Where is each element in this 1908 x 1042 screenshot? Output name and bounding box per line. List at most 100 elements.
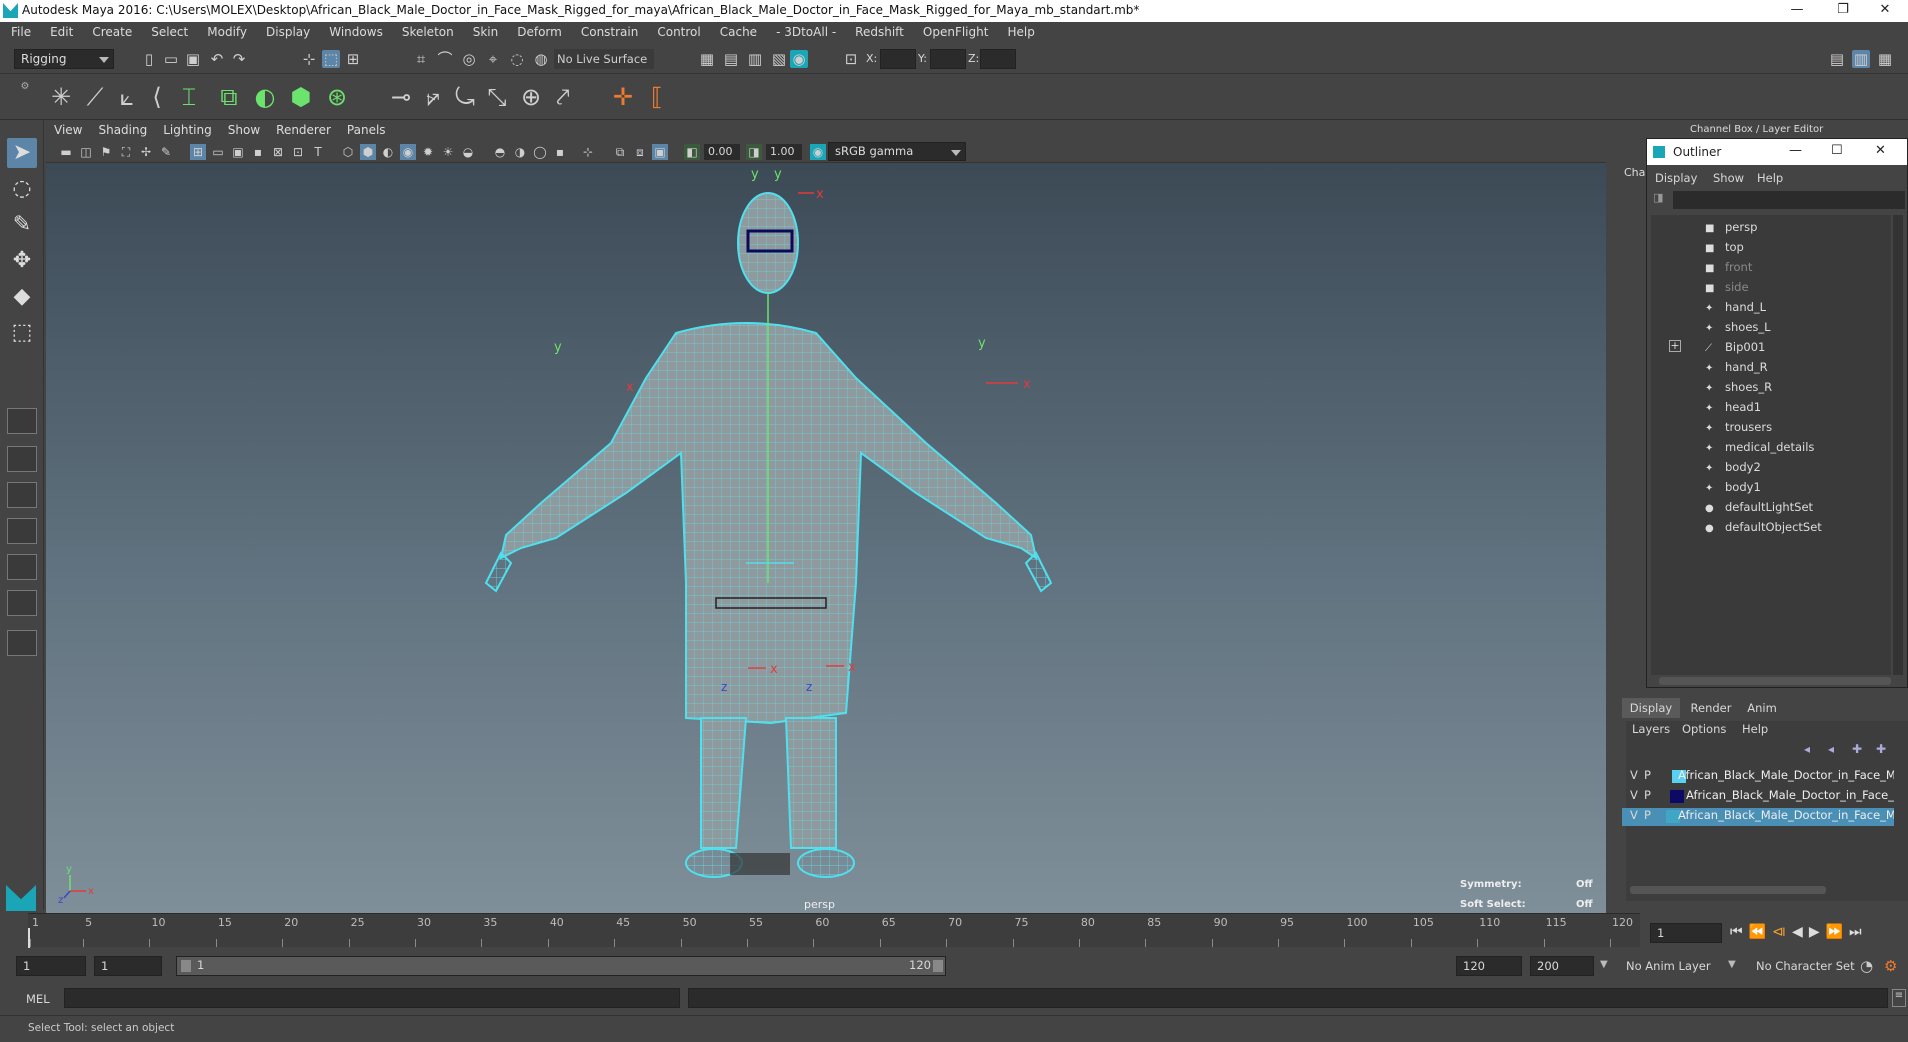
lattice-icon[interactable]: ◐ [250,82,280,112]
layer-playback-toggle[interactable]: P [1644,788,1651,802]
range-end-handle[interactable] [933,960,943,972]
isolate-select-icon[interactable]: ◒ [460,144,476,160]
outliner-item-top[interactable]: ■ top [1705,240,1744,254]
outliner-item-head1[interactable]: ✦ head1 [1705,400,1761,414]
persp-uv-layout-icon[interactable] [7,590,37,616]
render-settings-icon[interactable]: ▧ [770,50,788,68]
layer-row[interactable]: V P African_Black_Male_Doctor_in_Face_Ma… [1622,808,1894,826]
outliner-item-body1[interactable]: ✦ body1 [1705,480,1761,494]
textured-icon[interactable]: ◉ [400,144,416,160]
safe-title-icon[interactable]: T [310,144,326,160]
render-view-icon[interactable]: ▦ [698,50,716,68]
exposure-field[interactable]: 0.00 [704,144,740,160]
play-forwards-icon[interactable]: ▶ [1809,924,1826,940]
select-object-icon[interactable]: ⬚ [322,50,340,68]
go-to-start-icon[interactable]: ⏮ [1730,924,1749,940]
menu-deform[interactable]: Deform [506,22,570,39]
script-editor-icon[interactable]: ≡ [1892,989,1906,1007]
save-scene-icon[interactable]: ▣ [184,50,202,68]
outliner-item-medical-details[interactable]: ✦ medical_details [1705,440,1814,454]
persp-graph-layout-icon[interactable] [7,518,37,544]
modeling-toolkit-icon[interactable]: ▤ [1828,50,1846,68]
outliner-vertical-scrollbar[interactable] [1893,215,1903,675]
menu-file[interactable]: File [0,22,39,39]
pole-vector-icon[interactable]: ⤤ [548,82,578,112]
menu-create[interactable]: Create [81,22,140,39]
animation-start-field[interactable]: 1 [16,956,86,976]
undo-icon[interactable]: ↶ [208,50,226,68]
grid-icon[interactable]: ⊞ [190,144,206,160]
menuset-dropdown[interactable]: Rigging [14,49,114,69]
current-time-indicator[interactable] [28,928,30,948]
menu-constrain[interactable]: Constrain [570,22,647,39]
snap-surface-icon[interactable]: ◌ [508,50,526,68]
character-set-chevron-icon[interactable]: ▼ [1728,959,1736,970]
snap-curve-icon[interactable]: ⌒ [436,50,454,68]
menu-display[interactable]: Display [255,22,318,39]
move-layer-up-icon[interactable]: ◂ [1804,742,1810,756]
gamma-field[interactable]: 1.00 [766,144,802,160]
viewport-menu-view[interactable]: View [46,120,90,137]
layer-color-swatch[interactable] [1670,790,1684,803]
outliner-close-button[interactable]: ✕ [1875,143,1886,158]
outliner-item-hand-r[interactable]: ✦ hand_R [1705,360,1768,374]
tool-settings-icon[interactable]: ▦ [1876,50,1894,68]
layer-tab-anim[interactable]: Anim [1740,698,1784,718]
character-wireframe[interactable]: y y x y x y x x x z z y x z [46,163,1606,913]
outliner-item-persp[interactable]: ■ persp [1705,220,1757,234]
range-start-handle[interactable] [181,960,191,972]
persp-hypershade-layout-icon[interactable] [7,554,37,580]
step-back-frame-icon[interactable]: ⧏ [1772,924,1792,940]
joint-tool-icon[interactable]: ✳ [46,82,76,112]
color-management-icon[interactable]: ▣ [652,144,668,160]
menu-edit[interactable]: Edit [39,22,81,39]
new-layer-selected-icon[interactable]: ✚ [1876,742,1886,756]
outliner-item-default-object-set[interactable]: ● defaultObjectSet [1705,520,1822,534]
shelf-options-icon[interactable]: ⚙ [18,78,32,116]
channel-box-tab[interactable]: Cha [1624,166,1645,179]
field-chart-icon[interactable]: ⊠ [270,144,286,160]
motion-blur-icon[interactable]: ⧉ [612,144,628,160]
viewport-menu-show[interactable]: Show [220,120,268,137]
scale-constraint-icon[interactable]: ⤡ [482,82,512,112]
attribute-editor-icon[interactable]: ▥ [1852,50,1870,68]
snap-point-icon[interactable]: ◎ [460,50,478,68]
play-backwards-icon[interactable]: ◀ [1792,924,1809,940]
command-input[interactable] [64,988,680,1008]
aim-constraint-icon[interactable]: ⊕ [516,82,546,112]
film-gate-icon[interactable]: ▭ [210,144,226,160]
outliner-menu-show[interactable]: Show [1713,171,1744,185]
insert-joint-icon[interactable]: ⟨ [142,82,172,112]
view-transform-icon[interactable]: ◉ [810,144,826,160]
gate-mask-icon[interactable]: ▪ [250,144,266,160]
render-current-icon[interactable]: ▤ [722,50,740,68]
color-space-dropdown[interactable]: sRGB gamma [828,142,966,161]
outliner-item-shoes-l[interactable]: ✦ shoes_L [1705,320,1771,334]
layer-name[interactable]: African_Black_Male_Doctor_in_Face_Mask_ [1678,768,1894,782]
xray-joints-icon[interactable]: ◑ [512,144,528,160]
layer-visibility-toggle[interactable]: V [1630,808,1638,822]
select-tool-icon[interactable]: ➤ [7,138,37,168]
depth-of-field-icon[interactable]: ⊹ [580,144,596,160]
ambient-occlusion-icon[interactable]: ◯ [532,144,548,160]
preferences-icon[interactable]: ⚙ [1884,957,1897,975]
menu-skeleton[interactable]: Skeleton [391,22,462,39]
outliner-minimize-button[interactable]: — [1789,143,1802,158]
character-set-label[interactable]: No Character Set [1756,959,1855,973]
select-component-icon[interactable]: ⊞ [344,50,362,68]
animation-end-field[interactable]: 200 [1530,956,1594,976]
layer-visibility-toggle[interactable]: V [1630,788,1638,802]
paint-select-icon[interactable]: ✎ [7,210,37,240]
outliner-menu-help[interactable]: Help [1757,171,1783,185]
layer-row[interactable]: V P African_Black_Male_Doctor_in_Face_Ma… [1622,768,1894,786]
rotate-tool-icon[interactable]: ◆ [7,282,37,312]
outliner-item-body2[interactable]: ✦ body2 [1705,460,1761,474]
move-tool-icon[interactable]: ✥ [7,246,37,276]
perspective-viewport[interactable]: y y x y x y x x x z z y x z persp Symmet… [46,163,1606,913]
ik-handle-icon[interactable]: ⟋ [80,82,110,112]
orient-constraint-icon[interactable]: ⤿ [450,82,480,112]
select-hierarchy-icon[interactable]: ⊹ [300,50,318,68]
new-layer-icon[interactable]: ✚ [1852,742,1862,756]
layer-name[interactable]: African_Black_Male_Doctor_in_Face_Mas [1686,788,1894,802]
menu-control[interactable]: Control [646,22,708,39]
